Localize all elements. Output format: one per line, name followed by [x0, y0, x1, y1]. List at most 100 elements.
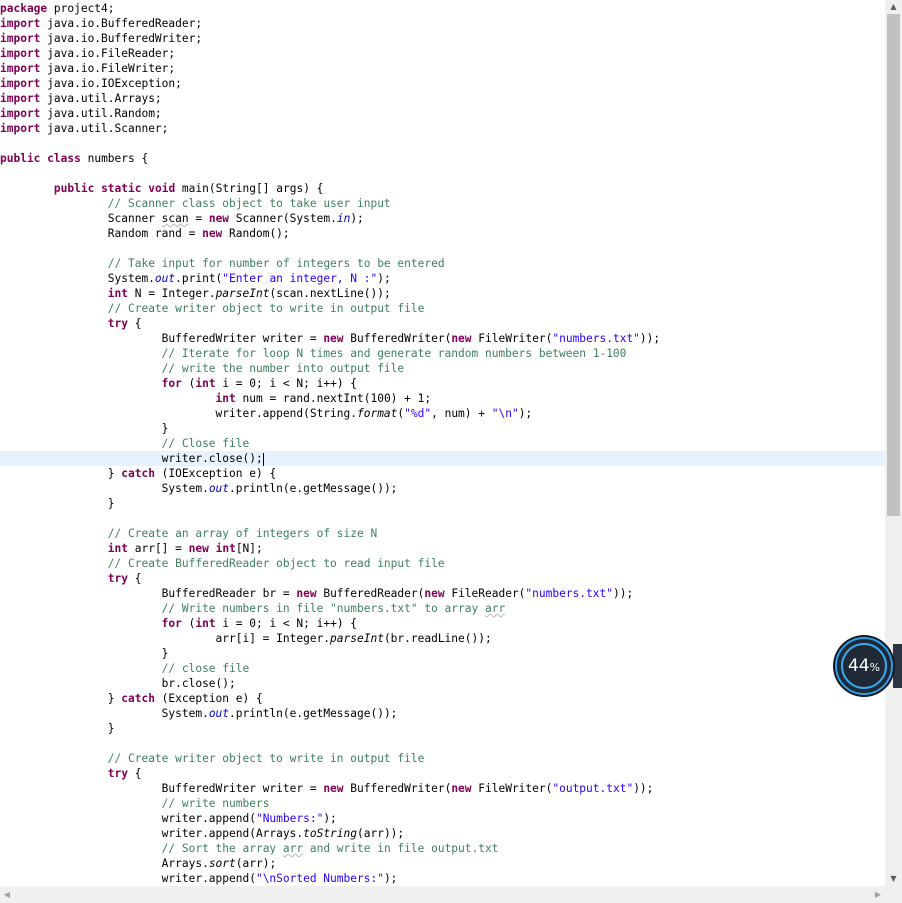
code-token: "numbers.txt"	[525, 587, 613, 600]
code-token: int	[195, 617, 216, 630]
code-line[interactable]: int num = rand.nextInt(100) + 1;	[0, 391, 885, 406]
code-token: new	[424, 587, 445, 600]
horizontal-scrollbar[interactable]: ◀ ▶	[0, 886, 885, 903]
code-token: "\n"	[491, 407, 519, 420]
code-line[interactable]: // Sort the array arr and write in file …	[0, 841, 885, 856]
vertical-scrollbar[interactable]: ▲ ▼	[885, 0, 902, 886]
code-line[interactable]: try {	[0, 316, 885, 331]
code-line[interactable]: try {	[0, 571, 885, 586]
code-line[interactable]	[0, 511, 885, 526]
code-line[interactable]: writer.append("\nSorted Numbers:");	[0, 871, 885, 886]
code-line[interactable]: // write numbers	[0, 796, 885, 811]
code-line[interactable]: // Create an array of integers of size N	[0, 526, 885, 541]
code-token: // Sort the array	[161, 842, 283, 855]
code-token: ));	[612, 587, 634, 600]
code-line[interactable]: // write the number into output file	[0, 361, 885, 376]
code-line[interactable]: try {	[0, 766, 885, 781]
code-line[interactable]: // Iterate for loop N times and generate…	[0, 346, 885, 361]
code-line[interactable]: // close file	[0, 661, 885, 676]
code-token: (br.readLine());	[383, 632, 492, 645]
code-token: import	[0, 77, 41, 90]
code-line[interactable]: import java.io.BufferedReader;	[0, 16, 885, 31]
code-token: );	[350, 212, 364, 225]
code-token: num = rand.nextInt(100) + 1;	[235, 392, 432, 405]
code-line[interactable]: writer.append("Numbers:");	[0, 811, 885, 826]
code-line[interactable]: // Write numbers in file "numbers.txt" t…	[0, 601, 885, 616]
code-token: for	[161, 377, 182, 390]
code-line[interactable]: System.out.print("Enter an integer, N :"…	[0, 271, 885, 286]
code-token: new	[188, 542, 209, 555]
code-line[interactable]: int arr[] = new int[N];	[0, 541, 885, 556]
code-line[interactable]: }	[0, 721, 885, 736]
code-token: import	[0, 92, 41, 105]
code-token: public	[53, 182, 95, 195]
code-line[interactable]	[0, 166, 885, 181]
code-line[interactable]: import java.util.Scanner;	[0, 121, 885, 136]
code-line[interactable]: writer.append(Arrays.toString(arr));	[0, 826, 885, 841]
code-line[interactable]: System.out.println(e.getMessage());	[0, 706, 885, 721]
code-token: FileReader(	[444, 587, 526, 600]
code-token: ) {	[303, 182, 324, 195]
code-line[interactable]: // Close file	[0, 436, 885, 451]
code-line[interactable]	[0, 736, 885, 751]
code-line[interactable]: }	[0, 421, 885, 436]
zoom-level-badge[interactable]: 44%	[835, 637, 893, 695]
code-token: BufferedReader(	[316, 587, 425, 600]
code-line[interactable]: for (int i = 0; i < N; i++) {	[0, 376, 885, 391]
code-token: arr[] =	[128, 542, 189, 555]
code-token: // write numbers	[161, 797, 270, 810]
scroll-left-icon[interactable]: ◀	[0, 886, 14, 903]
code-line[interactable]: Random rand = new Random();	[0, 226, 885, 241]
vertical-scroll-thumb[interactable]	[887, 14, 900, 516]
code-line[interactable]: import java.util.Arrays;	[0, 91, 885, 106]
code-line[interactable]: for (int i = 0; i < N; i++) {	[0, 616, 885, 631]
code-line[interactable]: // Create writer object to write in outp…	[0, 301, 885, 316]
code-token: new	[296, 587, 317, 600]
code-line[interactable]	[0, 136, 885, 151]
code-token: writer.append(Arrays.	[0, 827, 304, 840]
code-token: import	[0, 122, 41, 135]
code-line[interactable]: // Take input for number of integers to …	[0, 256, 885, 271]
code-line[interactable]: import java.io.IOException;	[0, 76, 885, 91]
scroll-down-icon[interactable]: ▼	[885, 872, 902, 886]
code-line[interactable]: package project4;	[0, 1, 885, 16]
code-line[interactable]: Scanner scan = new Scanner(System.in);	[0, 211, 885, 226]
scroll-up-icon[interactable]: ▲	[885, 0, 902, 14]
code-token: Random();	[222, 227, 290, 240]
scroll-right-icon[interactable]: ▶	[871, 886, 885, 903]
code-line[interactable]: }	[0, 646, 885, 661]
code-line[interactable]: writer.close();	[0, 451, 885, 466]
code-line[interactable]: import java.io.FileReader;	[0, 46, 885, 61]
code-token: out	[208, 707, 230, 720]
code-line[interactable]: writer.append(String.format("%d", num) +…	[0, 406, 885, 421]
code-line[interactable]: } catch (IOException e) {	[0, 466, 885, 481]
code-line[interactable]: Arrays.sort(arr);	[0, 856, 885, 871]
code-line[interactable]: import java.io.BufferedWriter;	[0, 31, 885, 46]
code-line[interactable]: import java.io.FileWriter;	[0, 61, 885, 76]
code-line[interactable]: }	[0, 496, 885, 511]
code-token: import	[0, 17, 41, 30]
code-line[interactable]: // Scanner class object to take user inp…	[0, 196, 885, 211]
code-line[interactable]: arr[i] = Integer.parseInt(br.readLine())…	[0, 631, 885, 646]
code-line[interactable]	[0, 241, 885, 256]
code-token: (Exception e) {	[154, 692, 263, 705]
code-line[interactable]: // Create BufferedReader object to read …	[0, 556, 885, 571]
code-line[interactable]: BufferedReader br = new BufferedReader(n…	[0, 586, 885, 601]
code-line[interactable]: import java.util.Random;	[0, 106, 885, 121]
zoom-widget-tab[interactable]	[893, 644, 902, 688]
code-line[interactable]: br.close();	[0, 676, 885, 691]
code-line[interactable]: System.out.println(e.getMessage());	[0, 481, 885, 496]
code-token: // Iterate for loop N times and generate…	[161, 347, 627, 360]
code-line[interactable]: } catch (Exception e) {	[0, 691, 885, 706]
code-line[interactable]: // Create writer object to write in outp…	[0, 751, 885, 766]
code-line[interactable]: public static void main(String[] args) {	[0, 181, 885, 196]
code-editor[interactable]: package project4; import java.io.Buffered…	[0, 0, 885, 886]
code-line[interactable]: int N = Integer.parseInt(scan.nextLine()…	[0, 286, 885, 301]
code-line[interactable]: BufferedWriter writer = new BufferedWrit…	[0, 331, 885, 346]
code-line[interactable]: BufferedWriter writer = new BufferedWrit…	[0, 781, 885, 796]
code-line[interactable]: public class numbers {	[0, 151, 885, 166]
code-token: writer.close();	[0, 452, 263, 465]
